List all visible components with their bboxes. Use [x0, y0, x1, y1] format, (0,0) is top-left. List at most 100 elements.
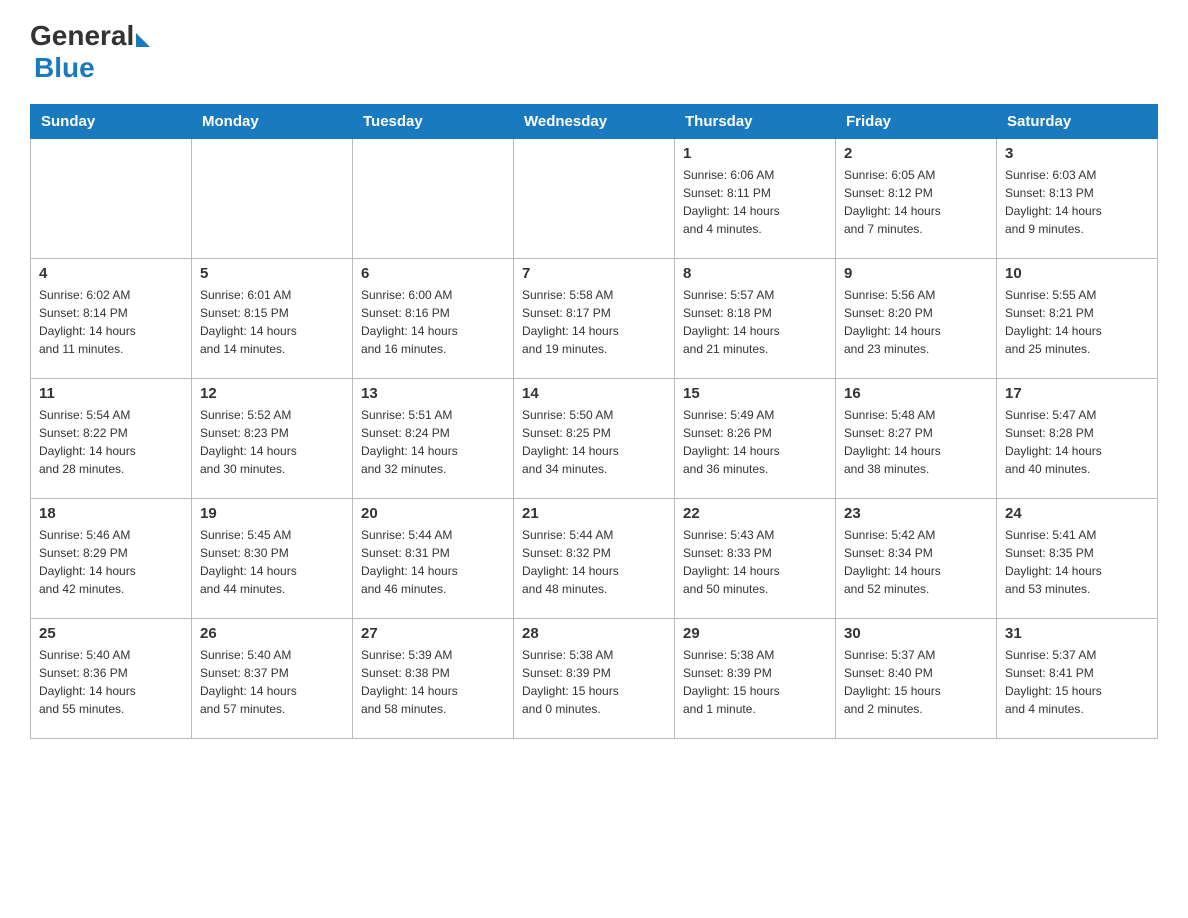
calendar-cell: 19 Sunrise: 5:45 AM Sunset: 8:30 PM Dayli…	[192, 499, 353, 619]
calendar-cell: 21 Sunrise: 5:44 AM Sunset: 8:32 PM Dayli…	[514, 499, 675, 619]
day-number: 31	[1005, 625, 1149, 642]
calendar-cell: 13 Sunrise: 5:51 AM Sunset: 8:24 PM Dayli…	[353, 379, 514, 499]
weekday-header-friday: Friday	[836, 105, 997, 139]
day-info: Sunrise: 5:41 AM Sunset: 8:35 PM Dayligh…	[1005, 526, 1149, 598]
day-number: 27	[361, 625, 505, 642]
day-info: Sunrise: 5:38 AM Sunset: 8:39 PM Dayligh…	[522, 646, 666, 718]
day-number: 16	[844, 385, 988, 402]
logo: GeneralBlue	[30, 20, 150, 84]
day-number: 25	[39, 625, 183, 642]
calendar-cell: 11 Sunrise: 5:54 AM Sunset: 8:22 PM Dayli…	[31, 379, 192, 499]
day-number: 4	[39, 265, 183, 282]
logo-general: General	[30, 20, 134, 52]
day-number: 29	[683, 625, 827, 642]
day-info: Sunrise: 5:56 AM Sunset: 8:20 PM Dayligh…	[844, 286, 988, 358]
calendar-cell: 12 Sunrise: 5:52 AM Sunset: 8:23 PM Dayli…	[192, 379, 353, 499]
weekday-header-sunday: Sunday	[31, 105, 192, 139]
day-number: 9	[844, 265, 988, 282]
calendar-week-row: 11 Sunrise: 5:54 AM Sunset: 8:22 PM Dayli…	[31, 379, 1158, 499]
day-info: Sunrise: 5:54 AM Sunset: 8:22 PM Dayligh…	[39, 406, 183, 478]
day-info: Sunrise: 6:02 AM Sunset: 8:14 PM Dayligh…	[39, 286, 183, 358]
calendar-cell	[353, 139, 514, 259]
day-info: Sunrise: 5:57 AM Sunset: 8:18 PM Dayligh…	[683, 286, 827, 358]
weekday-header-wednesday: Wednesday	[514, 105, 675, 139]
day-info: Sunrise: 5:40 AM Sunset: 8:37 PM Dayligh…	[200, 646, 344, 718]
day-number: 11	[39, 385, 183, 402]
day-info: Sunrise: 5:50 AM Sunset: 8:25 PM Dayligh…	[522, 406, 666, 478]
calendar-week-row: 4 Sunrise: 6:02 AM Sunset: 8:14 PM Daylig…	[31, 259, 1158, 379]
calendar-cell	[514, 139, 675, 259]
calendar-cell: 10Sunrise: 5:55 AM Sunset: 8:21 PM Dayli…	[997, 259, 1158, 379]
day-info: Sunrise: 5:51 AM Sunset: 8:24 PM Dayligh…	[361, 406, 505, 478]
day-info: Sunrise: 5:44 AM Sunset: 8:31 PM Dayligh…	[361, 526, 505, 598]
day-info: Sunrise: 5:39 AM Sunset: 8:38 PM Dayligh…	[361, 646, 505, 718]
day-number: 2	[844, 145, 988, 162]
day-number: 18	[39, 505, 183, 522]
calendar-cell: 1Sunrise: 6:06 AM Sunset: 8:11 PM Daylig…	[675, 139, 836, 259]
day-number: 8	[683, 265, 827, 282]
calendar-cell: 7Sunrise: 5:58 AM Sunset: 8:17 PM Daylig…	[514, 259, 675, 379]
day-number: 26	[200, 625, 344, 642]
calendar-cell: 25 Sunrise: 5:40 AM Sunset: 8:36 PM Dayli…	[31, 619, 192, 739]
day-number: 22	[683, 505, 827, 522]
day-number: 13	[361, 385, 505, 402]
day-info: Sunrise: 5:43 AM Sunset: 8:33 PM Dayligh…	[683, 526, 827, 598]
day-number: 17	[1005, 385, 1149, 402]
calendar-cell: 24 Sunrise: 5:41 AM Sunset: 8:35 PM Dayli…	[997, 499, 1158, 619]
day-info: Sunrise: 5:42 AM Sunset: 8:34 PM Dayligh…	[844, 526, 988, 598]
calendar-week-row: 25 Sunrise: 5:40 AM Sunset: 8:36 PM Dayli…	[31, 619, 1158, 739]
day-number: 30	[844, 625, 988, 642]
calendar-cell: 17 Sunrise: 5:47 AM Sunset: 8:28 PM Dayli…	[997, 379, 1158, 499]
day-number: 28	[522, 625, 666, 642]
calendar-cell: 15 Sunrise: 5:49 AM Sunset: 8:26 PM Dayli…	[675, 379, 836, 499]
logo-arrow-icon	[136, 33, 150, 47]
calendar-cell: 8 Sunrise: 5:57 AM Sunset: 8:18 PM Daylig…	[675, 259, 836, 379]
calendar-cell: 28 Sunrise: 5:38 AM Sunset: 8:39 PM Dayli…	[514, 619, 675, 739]
weekday-header-thursday: Thursday	[675, 105, 836, 139]
day-info: Sunrise: 6:03 AM Sunset: 8:13 PM Dayligh…	[1005, 166, 1149, 238]
day-info: Sunrise: 5:37 AM Sunset: 8:40 PM Dayligh…	[844, 646, 988, 718]
day-number: 21	[522, 505, 666, 522]
day-info: Sunrise: 5:52 AM Sunset: 8:23 PM Dayligh…	[200, 406, 344, 478]
day-info: Sunrise: 6:00 AM Sunset: 8:16 PM Dayligh…	[361, 286, 505, 358]
calendar-cell	[31, 139, 192, 259]
day-number: 7	[522, 265, 666, 282]
calendar-cell: 3Sunrise: 6:03 AM Sunset: 8:13 PM Daylig…	[997, 139, 1158, 259]
day-info: Sunrise: 5:45 AM Sunset: 8:30 PM Dayligh…	[200, 526, 344, 598]
day-number: 24	[1005, 505, 1149, 522]
page-header: GeneralBlue	[30, 20, 1158, 84]
calendar-week-row: 1Sunrise: 6:06 AM Sunset: 8:11 PM Daylig…	[31, 139, 1158, 259]
calendar-cell: 18Sunrise: 5:46 AM Sunset: 8:29 PM Dayli…	[31, 499, 192, 619]
calendar-cell: 23Sunrise: 5:42 AM Sunset: 8:34 PM Dayli…	[836, 499, 997, 619]
day-info: Sunrise: 5:40 AM Sunset: 8:36 PM Dayligh…	[39, 646, 183, 718]
day-info: Sunrise: 5:49 AM Sunset: 8:26 PM Dayligh…	[683, 406, 827, 478]
calendar-cell: 14 Sunrise: 5:50 AM Sunset: 8:25 PM Dayli…	[514, 379, 675, 499]
day-info: Sunrise: 5:38 AM Sunset: 8:39 PM Dayligh…	[683, 646, 827, 718]
calendar-cell: 27 Sunrise: 5:39 AM Sunset: 8:38 PM Dayli…	[353, 619, 514, 739]
day-info: Sunrise: 6:01 AM Sunset: 8:15 PM Dayligh…	[200, 286, 344, 358]
day-info: Sunrise: 5:37 AM Sunset: 8:41 PM Dayligh…	[1005, 646, 1149, 718]
calendar-cell: 2 Sunrise: 6:05 AM Sunset: 8:12 PM Daylig…	[836, 139, 997, 259]
weekday-header-saturday: Saturday	[997, 105, 1158, 139]
day-number: 14	[522, 385, 666, 402]
day-number: 15	[683, 385, 827, 402]
day-info: Sunrise: 6:05 AM Sunset: 8:12 PM Dayligh…	[844, 166, 988, 238]
day-number: 20	[361, 505, 505, 522]
calendar-cell	[192, 139, 353, 259]
day-number: 5	[200, 265, 344, 282]
day-info: Sunrise: 5:47 AM Sunset: 8:28 PM Dayligh…	[1005, 406, 1149, 478]
day-number: 6	[361, 265, 505, 282]
day-number: 12	[200, 385, 344, 402]
calendar-cell: 4 Sunrise: 6:02 AM Sunset: 8:14 PM Daylig…	[31, 259, 192, 379]
logo-blue: Blue	[34, 52, 95, 84]
day-info: Sunrise: 5:44 AM Sunset: 8:32 PM Dayligh…	[522, 526, 666, 598]
calendar-cell: 31 Sunrise: 5:37 AM Sunset: 8:41 PM Dayli…	[997, 619, 1158, 739]
weekday-header-row: SundayMondayTuesdayWednesdayThursdayFrid…	[31, 105, 1158, 139]
weekday-header-tuesday: Tuesday	[353, 105, 514, 139]
weekday-header-monday: Monday	[192, 105, 353, 139]
calendar-cell: 22 Sunrise: 5:43 AM Sunset: 8:33 PM Dayli…	[675, 499, 836, 619]
day-number: 10	[1005, 265, 1149, 282]
calendar-cell: 5 Sunrise: 6:01 AM Sunset: 8:15 PM Daylig…	[192, 259, 353, 379]
calendar-week-row: 18Sunrise: 5:46 AM Sunset: 8:29 PM Dayli…	[31, 499, 1158, 619]
day-number: 19	[200, 505, 344, 522]
